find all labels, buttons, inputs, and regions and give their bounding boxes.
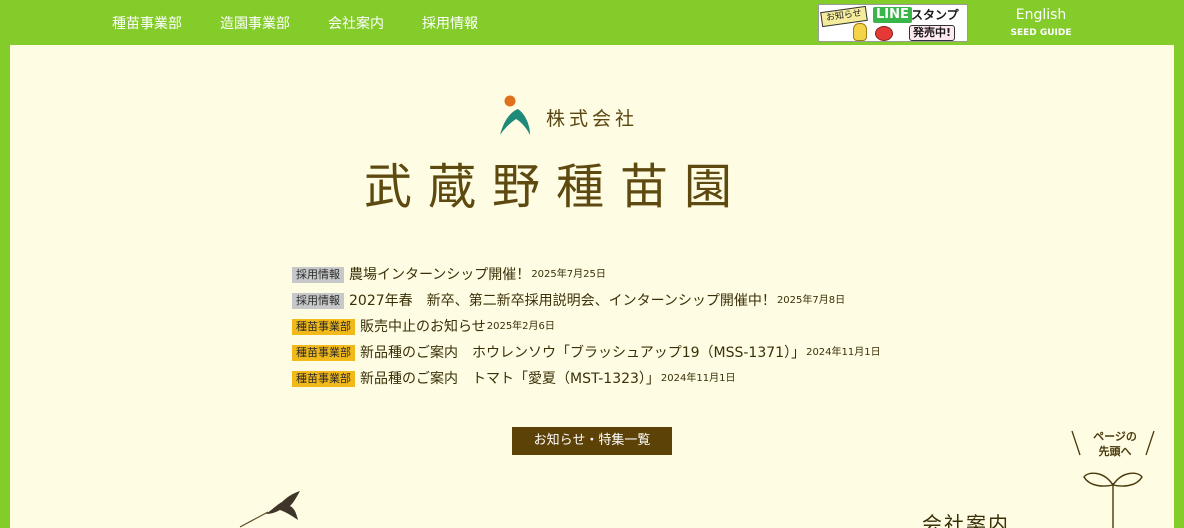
news-category-badge: 採用情報 (292, 267, 344, 283)
news-item[interactable]: 種苗事業部 販売中止のお知らせ 2025年2月6日 (292, 314, 932, 340)
news-date: 2024年11月1日 (660, 373, 736, 384)
main-panel: 株式会社 武蔵野種苗園 採用情報 農場インターンシップ開催！ 2025年7月25… (10, 45, 1174, 528)
banner-stamp-text: スタンプ (911, 8, 959, 22)
news-title[interactable]: 販売中止のお知らせ (360, 318, 486, 336)
corn-character-icon (853, 23, 867, 41)
main-nav: 種苗事業部 造園事業部 会社案内 採用情報 (112, 15, 478, 33)
top-header: 種苗事業部 造園事業部 会社案内 採用情報 お知らせ LINE スタンプ 発売中… (0, 0, 1184, 45)
news-list: 採用情報 農場インターンシップ開催！ 2025年7月25日 採用情報 2027年… (292, 262, 932, 392)
news-item[interactable]: 種苗事業部 新品種のご案内 トマト「愛夏（MST-1323）」 2024年11月… (292, 366, 932, 392)
news-title[interactable]: 新品種のご案内 ホウレンソウ「ブラッシュアップ19（MSS-1371）」 (360, 344, 805, 362)
news-date: 2025年7月8日 (776, 295, 846, 306)
news-title[interactable]: 農場インターンシップ開催！ (349, 266, 530, 284)
news-title[interactable]: 2027年春 新卒、第二新卒採用説明会、インターンシップ開催中！ (349, 292, 776, 310)
news-category-badge: 種苗事業部 (292, 345, 355, 361)
page-top-line1: ページの (1093, 430, 1137, 443)
section-heading-company: 会社案内 (922, 512, 1010, 528)
page-top-line2: 先頭へ (1098, 445, 1132, 458)
news-title[interactable]: 新品種のご案内 トマト「愛夏（MST-1323）」 (360, 370, 660, 388)
english-label: English (1015, 7, 1067, 23)
page-top-link[interactable]: ページの 先頭へ (1086, 429, 1144, 459)
banner-sale-text: 発売中! (909, 25, 956, 41)
news-list-more-button[interactable]: お知らせ・特集一覧 (512, 427, 672, 455)
news-date: 2025年7月25日 (531, 269, 606, 280)
company-logo-icon (500, 95, 530, 135)
nav-item-landscape-division[interactable]: 造園事業部 (220, 15, 290, 33)
line-stamp-banner[interactable]: お知らせ LINE スタンプ 発売中! (818, 4, 968, 42)
news-date: 2025年2月6日 (486, 321, 555, 332)
seed-guide-label: SEED GUIDE (1010, 28, 1072, 38)
company-name-title: 武蔵野種苗園 (364, 159, 749, 215)
banner-line-text: LINE (873, 7, 912, 23)
english-site-link[interactable]: English SEED GUIDE (1010, 7, 1072, 39)
nav-item-recruitment[interactable]: 採用情報 (422, 15, 478, 33)
company-type-label: 株式会社 (546, 108, 639, 130)
tomato-character-icon (875, 26, 893, 41)
news-item[interactable]: 採用情報 農場インターンシップ開催！ 2025年7月25日 (292, 262, 932, 288)
nav-item-seed-division[interactable]: 種苗事業部 (112, 15, 182, 33)
news-category-badge: 採用情報 (292, 293, 344, 309)
news-item[interactable]: 採用情報 2027年春 新卒、第二新卒採用説明会、インターンシップ開催中！ 20… (292, 288, 932, 314)
news-category-badge: 種苗事業部 (292, 371, 355, 387)
nav-item-company-info[interactable]: 会社案内 (328, 15, 384, 33)
swallow-bird-icon (239, 491, 300, 528)
news-date: 2024年11月1日 (806, 347, 881, 358)
news-category-badge: 種苗事業部 (292, 319, 355, 335)
news-item[interactable]: 種苗事業部 新品種のご案内 ホウレンソウ「ブラッシュアップ19（MSS-1371… (292, 340, 932, 366)
